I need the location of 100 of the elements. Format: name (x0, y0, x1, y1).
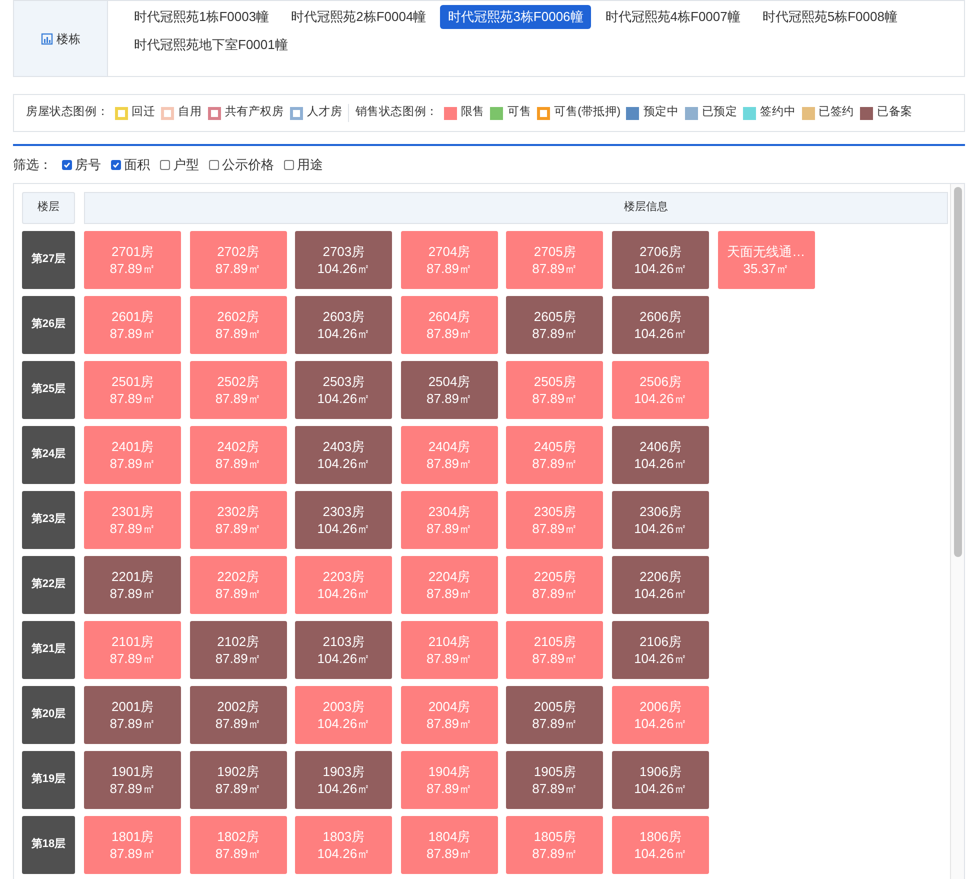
scrollbar-thumb[interactable] (954, 186, 962, 556)
unit-tile[interactable]: 2302房 87.89㎡ (190, 490, 287, 548)
unit-tile[interactable]: 2605房 87.89㎡ (506, 296, 604, 354)
building-chart-icon (40, 32, 52, 44)
unit-tile[interactable]: 2702房 87.89㎡ (190, 230, 287, 288)
unit-tile[interactable]: 1901房 87.89㎡ (84, 750, 181, 808)
legend-title: 房屋状态图例： (26, 104, 109, 120)
unit-tile[interactable]: 2602房 87.89㎡ (190, 296, 287, 354)
unit-tile[interactable]: 2205房 87.89㎡ (506, 556, 604, 614)
building-label: 楼栋 (56, 30, 80, 48)
unit-tile[interactable]: 1906房 104.26㎡ (612, 750, 709, 808)
column-header: 楼层 (22, 192, 75, 224)
legend-label: 预定中 (643, 104, 679, 120)
unit-tile[interactable]: 2203房 104.26㎡ (295, 556, 392, 614)
unit-tile[interactable]: 2701房 87.89㎡ (84, 230, 181, 288)
legend-title: 销售状态图例： (355, 104, 438, 120)
building-tab[interactable]: 时代冠熙苑4栋F0007幢 (597, 5, 748, 29)
unit-tile[interactable]: 2101房 87.89㎡ (84, 620, 181, 678)
filter-option-label: 户型 (173, 156, 199, 174)
unit-tile[interactable]: 2001房 87.89㎡ (84, 686, 181, 744)
unit-tile[interactable]: 2104房 87.89㎡ (400, 620, 498, 678)
building-tab[interactable]: 时代冠熙苑1栋F0003幢 (126, 5, 278, 29)
unit-tile[interactable]: 2603房 104.26㎡ (295, 296, 392, 354)
unit-tile[interactable]: 1902房 87.89㎡ (190, 750, 287, 808)
legend-label: 已预定 (702, 104, 738, 120)
unit-tile[interactable]: 2401房 87.89㎡ (84, 426, 181, 484)
building-tab[interactable]: 时代冠熙苑地下室F0001幢 (126, 33, 296, 57)
unit-tile[interactable]: 2706房 104.26㎡ (612, 230, 709, 288)
unit-tile[interactable]: 1801房 87.89㎡ (84, 816, 181, 874)
unit-tile[interactable]: 2002房 87.89㎡ (190, 686, 287, 744)
filter-checkbox[interactable] (111, 160, 121, 170)
unit-tile[interactable]: 1804房 87.89㎡ (400, 816, 498, 874)
legend-label: 可售 (507, 104, 532, 120)
filter-checkbox[interactable] (284, 160, 294, 170)
unit-tile[interactable]: 2103房 104.26㎡ (295, 620, 392, 678)
unit-tile[interactable]: 2305房 87.89㎡ (506, 490, 604, 548)
floor-label: 第20层 (22, 686, 75, 744)
unit-tile[interactable]: 2506房 104.26㎡ (612, 360, 709, 418)
legend-label: 签约中 (760, 104, 796, 120)
unit-tile[interactable]: 2604房 87.89㎡ (400, 296, 498, 354)
unit-tile[interactable]: 2201房 87.89㎡ (84, 556, 181, 614)
unit-tile[interactable]: 2405房 87.89㎡ (506, 426, 604, 484)
unit-tile[interactable]: 2601房 87.89㎡ (84, 296, 181, 354)
filter-checkbox[interactable] (62, 160, 72, 170)
unit-tile[interactable]: 2402房 87.89㎡ (190, 426, 287, 484)
filter-checkbox[interactable] (160, 160, 170, 170)
legend-label: 人才房 (306, 104, 342, 120)
unit-tile[interactable]: 2703房 104.26㎡ (295, 230, 392, 288)
unit-tile[interactable]: 2004房 87.89㎡ (400, 686, 498, 744)
unit-tile[interactable]: 2304房 87.89㎡ (400, 490, 498, 548)
legend-label: 自用 (178, 104, 202, 120)
legend-label: 回迁 (132, 104, 156, 120)
unit-tile[interactable]: 2501房 87.89㎡ (84, 360, 181, 418)
filter-checkbox[interactable] (209, 160, 219, 170)
unit-tile[interactable]: 2106房 104.26㎡ (612, 620, 709, 678)
floor-label: 第24层 (22, 426, 75, 484)
filter-option-label: 公示价格 (222, 156, 274, 174)
unit-tile[interactable]: 2006房 104.26㎡ (612, 686, 709, 744)
unit-tile[interactable]: 2306房 104.26㎡ (612, 490, 709, 548)
filter-option-label: 房号 (75, 156, 101, 174)
floor-label: 第23层 (22, 490, 75, 548)
unit-tile[interactable]: 2704房 87.89㎡ (400, 230, 498, 288)
unit-tile[interactable]: 2403房 104.26㎡ (295, 426, 392, 484)
legend-label: 限售 (460, 104, 484, 120)
unit-tile[interactable]: 2606房 104.26㎡ (612, 296, 709, 354)
floor-label: 第19层 (22, 750, 75, 808)
unit-tile[interactable]: 2102房 87.89㎡ (190, 620, 287, 678)
unit-tile[interactable]: 1805房 87.89㎡ (506, 816, 604, 874)
unit-tile[interactable]: 2705房 87.89㎡ (506, 230, 604, 288)
unit-tile[interactable]: 1803房 104.26㎡ (295, 816, 392, 874)
unit-tile[interactable]: 1802房 87.89㎡ (190, 816, 287, 874)
building-tab[interactable]: 时代冠熙苑2栋F0004幢 (283, 5, 434, 29)
unit-tile[interactable]: 2505房 87.89㎡ (506, 360, 604, 418)
filter-label: 筛选： (13, 156, 52, 174)
building-tab[interactable]: 时代冠熙苑3栋F0006幢 (440, 5, 592, 29)
floor-label: 第18层 (22, 816, 75, 874)
unit-tile[interactable]: 1905房 87.89㎡ (506, 750, 604, 808)
unit-tile[interactable]: 2406房 104.26㎡ (612, 426, 709, 484)
unit-tile[interactable]: 1904房 87.89㎡ (400, 750, 498, 808)
unit-tile[interactable]: 天面无线通… 35.37㎡ (718, 230, 815, 288)
unit-tile[interactable]: 1806房 104.26㎡ (612, 816, 709, 874)
floor-label: 第25层 (22, 360, 75, 418)
unit-tile[interactable]: 1903房 104.26㎡ (295, 750, 392, 808)
building-tab[interactable]: 时代冠熙苑5栋F0008幢 (754, 5, 906, 29)
unit-tile[interactable]: 2502房 87.89㎡ (190, 360, 287, 418)
legend-label: 共有产权房 (224, 104, 284, 120)
unit-tile[interactable]: 2202房 87.89㎡ (190, 556, 287, 614)
unit-tile[interactable]: 2206房 104.26㎡ (612, 556, 709, 614)
unit-tile[interactable]: 2503房 104.26㎡ (295, 360, 392, 418)
legend-label: 已签约 (818, 104, 854, 120)
unit-tile[interactable]: 2105房 87.89㎡ (506, 620, 604, 678)
filter-option-label: 用途 (297, 156, 323, 174)
unit-tile[interactable]: 2404房 87.89㎡ (400, 426, 498, 484)
unit-tile[interactable]: 2003房 104.26㎡ (295, 686, 392, 744)
unit-tile[interactable]: 2504房 87.89㎡ (400, 360, 498, 418)
unit-tile[interactable]: 2303房 104.26㎡ (295, 490, 392, 548)
unit-tile[interactable]: 2301房 87.89㎡ (84, 490, 181, 548)
unit-tile[interactable]: 2204房 87.89㎡ (400, 556, 498, 614)
floor-label: 第27层 (22, 230, 75, 288)
unit-tile[interactable]: 2005房 87.89㎡ (506, 686, 604, 744)
